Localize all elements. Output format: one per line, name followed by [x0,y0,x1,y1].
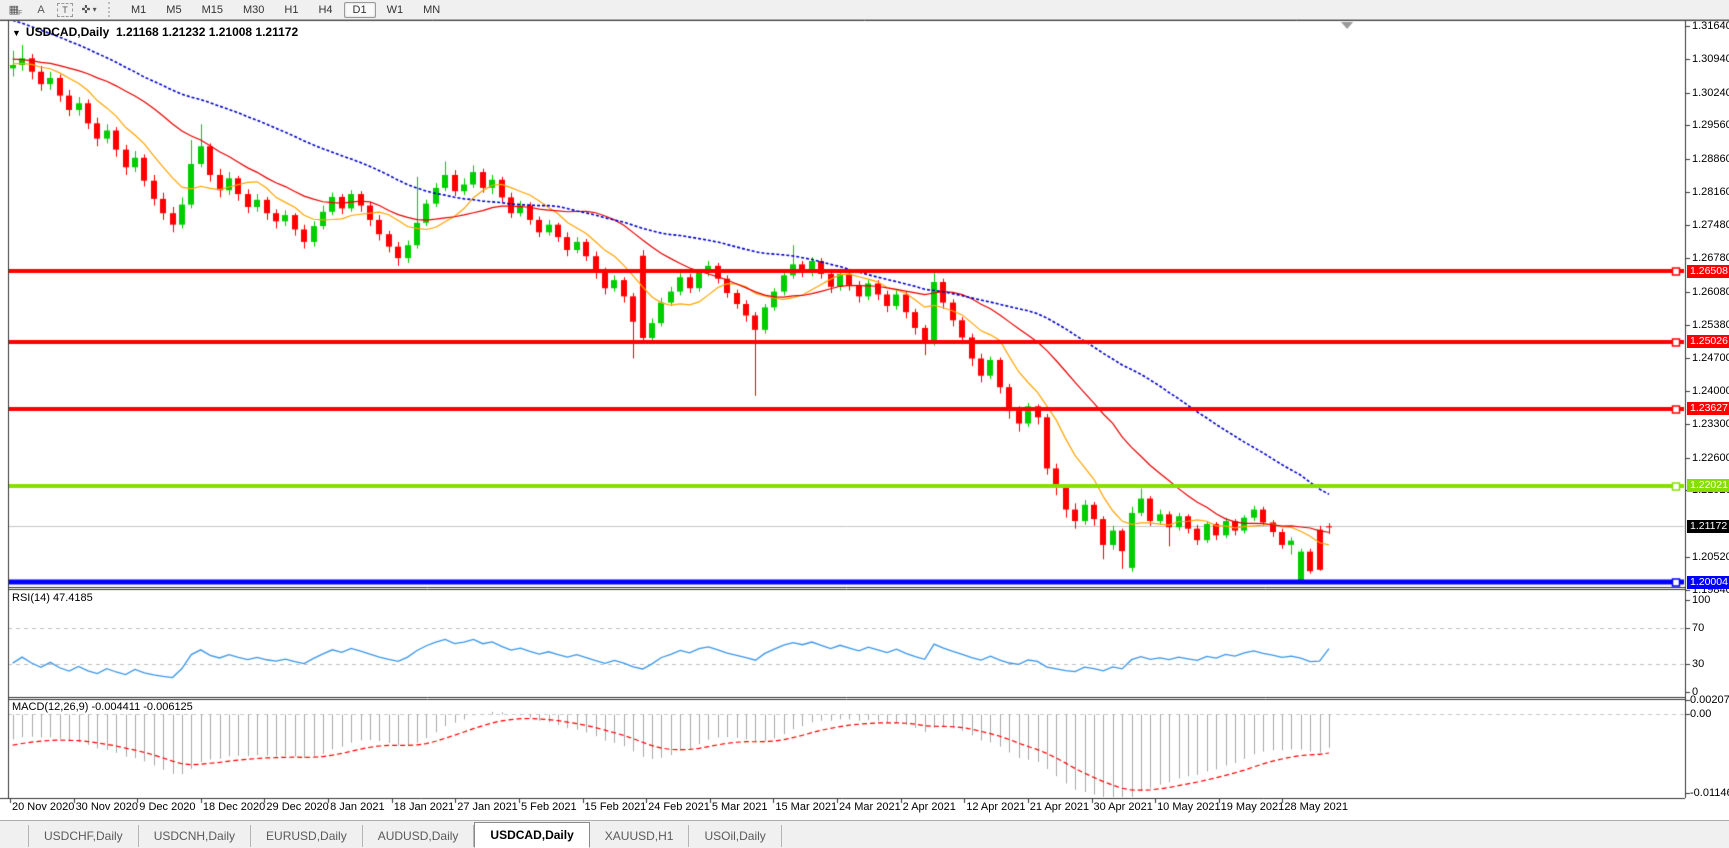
chart-tab-usdchf[interactable]: USDCHF,Daily [28,825,139,847]
chart-tab-usdcad[interactable]: USDCAD,Daily [474,822,590,848]
chart-tab-xauusd[interactable]: XAUUSD,H1 [590,825,690,847]
chart-canvas[interactable] [0,0,1729,848]
chart-tab-bar: USDCHF,Daily USDCNH,Daily EURUSD,Daily AUDU… [0,820,1729,848]
chart-tab-audusd[interactable]: AUDUSD,Daily [363,825,475,847]
chart-tab-usdcnh[interactable]: USDCNH,Daily [139,825,252,847]
chart-tab-eurusd[interactable]: EURUSD,Daily [251,825,363,847]
mt4-window: ▦ F A T ✜ ▾ M1M5M15M30H1H4D1W1MN ▼USDCAD… [0,0,1729,848]
chart-tab-usoil[interactable]: USOil,Daily [689,825,782,847]
